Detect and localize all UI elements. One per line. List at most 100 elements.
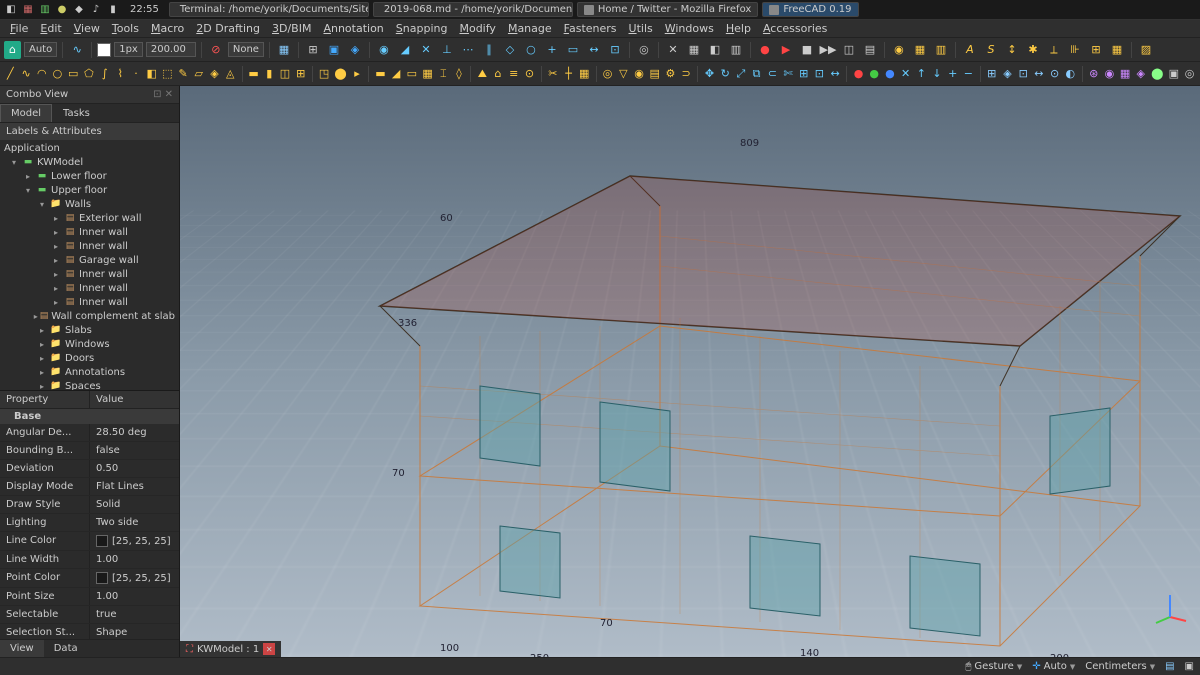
downgrade-icon[interactable]: ↓ <box>931 65 944 83</box>
tree-item[interactable]: ▸▤Exterior wall <box>0 211 179 225</box>
expand-arrow-icon[interactable]: ▸ <box>54 256 64 265</box>
hatch-icon[interactable]: ▨ <box>1137 41 1155 59</box>
snap-dim-icon[interactable]: ↔ <box>585 41 603 59</box>
tree-item[interactable]: ▸📁Slabs <box>0 323 179 337</box>
rect-icon[interactable]: ▭ <box>67 65 80 83</box>
rotate-icon[interactable]: ↻ <box>719 65 732 83</box>
dim1-icon[interactable]: ↕ <box>1003 41 1021 59</box>
scale-icon[interactable]: ⤢ <box>735 65 748 83</box>
app-grid-icon[interactable]: ▦ <box>21 3 35 17</box>
dim6-icon[interactable]: ▦ <box>1108 41 1126 59</box>
property-row[interactable]: Display ModeFlat Lines <box>0 478 179 496</box>
property-tab-data[interactable]: Data <box>44 640 88 657</box>
tool3-icon[interactable]: ◧ <box>706 41 724 59</box>
wall-icon[interactable]: ▬ <box>247 65 260 83</box>
view1-icon[interactable]: ⊞ <box>985 65 998 83</box>
offset-icon[interactable]: ⊂ <box>766 65 779 83</box>
menu-file[interactable]: File <box>4 20 34 37</box>
cyl-icon[interactable]: ⬤ <box>333 65 347 83</box>
snap-special-icon[interactable]: ◇ <box>501 41 519 59</box>
snap-lock-icon[interactable]: ⊡ <box>606 41 624 59</box>
line-icon[interactable]: ╱ <box>4 65 17 83</box>
view4-icon[interactable]: ↔ <box>1033 65 1046 83</box>
tool-b-icon[interactable]: ▤ <box>861 41 879 59</box>
tool2-icon[interactable]: ▦ <box>685 41 703 59</box>
polygon-icon[interactable]: ⬠ <box>83 65 96 83</box>
menu-edit[interactable]: Edit <box>34 20 67 37</box>
struct-icon[interactable]: ▮ <box>263 65 276 83</box>
del-icon[interactable]: ✕ <box>899 65 912 83</box>
menu-annotation[interactable]: Annotation <box>317 20 389 37</box>
tree-item[interactable]: ▸▤Inner wall <box>0 281 179 295</box>
tree-item[interactable]: ▸📁Windows <box>0 337 179 351</box>
property-row[interactable]: Angular De...28.50 deg <box>0 424 179 442</box>
expand-arrow-icon[interactable]: ▾ <box>40 200 50 209</box>
expand-arrow-icon[interactable]: ▸ <box>54 298 64 307</box>
manage7-icon[interactable]: ◎ <box>1183 65 1196 83</box>
menu-help[interactable]: Help <box>720 20 757 37</box>
view2-icon[interactable]: ◈ <box>1001 65 1014 83</box>
polyline-icon[interactable]: ∿ <box>20 65 33 83</box>
property-value[interactable]: 1.00 <box>90 551 124 568</box>
tree-item[interactable]: ▸📁Annotations <box>0 365 179 379</box>
dimension-auto-selector[interactable]: ✛ Auto▼ <box>1032 661 1075 672</box>
expand-arrow-icon[interactable]: ▾ <box>26 186 36 195</box>
units-selector[interactable]: Centimeters▼ <box>1085 661 1155 672</box>
view6-icon[interactable]: ◐ <box>1064 65 1077 83</box>
text-s-icon[interactable]: S <box>982 41 1000 59</box>
section-icon[interactable]: ✂ <box>546 65 559 83</box>
color-swatch[interactable] <box>96 535 108 547</box>
property-row[interactable]: Line Width1.00 <box>0 551 179 569</box>
tree-item[interactable]: ▸▤Inner wall <box>0 267 179 281</box>
move-icon[interactable]: ✥ <box>703 65 716 83</box>
box-icon[interactable]: ◳ <box>318 65 331 83</box>
play-icon[interactable]: ▶ <box>777 41 795 59</box>
expand-arrow-icon[interactable]: ▸ <box>40 354 50 363</box>
property-row[interactable]: Selection St...Shape <box>0 624 179 639</box>
dim3-icon[interactable]: ⟂ <box>1045 41 1063 59</box>
property-value[interactable]: [25, 25, 25] <box>90 569 177 587</box>
extra1-icon[interactable]: ▱ <box>192 65 205 83</box>
status-fullscreen-icon[interactable]: ▣ <box>1185 661 1194 672</box>
roof-icon[interactable]: ◢ <box>390 65 403 83</box>
lock-icon[interactable]: ● <box>55 3 69 17</box>
workbench-icon[interactable]: ⌂ <box>4 41 21 59</box>
tree-item[interactable]: ▸▤Garage wall <box>0 253 179 267</box>
point-icon[interactable]: · <box>130 65 143 83</box>
expand-arrow-icon[interactable]: ▸ <box>54 284 64 293</box>
extra2-icon[interactable]: ◈ <box>208 65 221 83</box>
expand-arrow-icon[interactable]: ▸ <box>54 228 64 237</box>
expand-arrow-icon[interactable]: ▸ <box>54 214 64 223</box>
add-icon[interactable]: + <box>946 65 959 83</box>
upgrade-icon[interactable]: ↑ <box>915 65 928 83</box>
mat1-icon[interactable]: ◉ <box>890 41 908 59</box>
property-row[interactable]: Bounding B...false <box>0 442 179 460</box>
expand-arrow-icon[interactable]: ▸ <box>54 270 64 279</box>
tool-a-icon[interactable]: ◫ <box>840 41 858 59</box>
cone-icon[interactable]: ▸ <box>351 65 364 83</box>
shape2d-icon[interactable]: ⬚ <box>161 65 174 83</box>
linewidth-combo[interactable]: 1px <box>114 42 143 57</box>
rebar-icon[interactable]: ◫ <box>279 65 292 83</box>
ff-icon[interactable]: ▶▶ <box>819 41 837 59</box>
tree-item[interactable]: ▾▬Upper floor <box>0 183 179 197</box>
menu-view[interactable]: View <box>68 20 106 37</box>
property-row[interactable]: Point Color[25, 25, 25] <box>0 569 179 588</box>
dim5-icon[interactable]: ⊞ <box>1087 41 1105 59</box>
document-tab[interactable]: ⛶ KWModel : 1 ✕ <box>180 641 281 657</box>
stop-icon[interactable]: ■ <box>798 41 816 59</box>
property-value[interactable]: false <box>90 442 126 459</box>
tree-item[interactable]: ▸▤Inner wall <box>0 239 179 253</box>
clock[interactable]: 22:55 <box>124 4 165 15</box>
snap-wp-icon[interactable]: ▭ <box>564 41 582 59</box>
comp-icon[interactable]: ◎ <box>601 65 614 83</box>
mat-icon[interactable]: ◉ <box>633 65 646 83</box>
face-icon[interactable]: ◧ <box>145 65 158 83</box>
menu-macro[interactable]: Macro <box>145 20 190 37</box>
auto-dropdown[interactable]: Auto <box>24 42 57 57</box>
property-value[interactable]: [25, 25, 25] <box>90 532 177 550</box>
snap-ext-icon[interactable]: ⋯ <box>459 41 477 59</box>
mirror-icon[interactable]: ⧉ <box>750 65 763 83</box>
tree-item[interactable]: ▾▬KWModel <box>0 155 179 169</box>
trim-icon[interactable]: ✄ <box>782 65 795 83</box>
